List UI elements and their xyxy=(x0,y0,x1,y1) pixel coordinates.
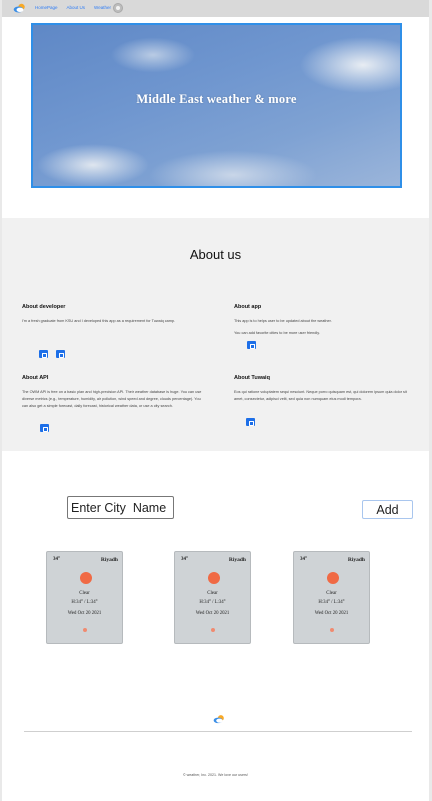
about-app-text-1: This app is to helps user to be updated … xyxy=(234,319,332,323)
card-temperature: 34° xyxy=(53,557,60,562)
sun-icon xyxy=(327,572,339,584)
github-icon[interactable] xyxy=(56,350,65,358)
card-condition: Clear xyxy=(207,591,218,596)
nav-link-homepage[interactable]: HomePage xyxy=(35,4,58,12)
navbar: HomePage About Us Weather xyxy=(2,0,429,17)
about-developer-text: I'm a fresh graduate from KSU and I deve… xyxy=(22,319,176,323)
weather-logo-icon[interactable] xyxy=(13,3,26,13)
page: HomePage About Us Weather Middle East we… xyxy=(2,0,429,801)
card-high-low: H:34° / L:34° xyxy=(318,600,345,605)
delete-icon[interactable] xyxy=(83,628,87,632)
card-temperature: 34° xyxy=(300,557,307,562)
about-developer-title: About developer xyxy=(22,304,66,310)
theme-toggle[interactable] xyxy=(113,3,123,13)
card-city: Riyadh xyxy=(347,557,365,563)
delete-icon[interactable] xyxy=(211,628,215,632)
hero-title: Middle East weather & more xyxy=(136,92,297,106)
hero-banner: Middle East weather & more xyxy=(31,23,402,188)
about-section: About us About developer I'm a fresh gra… xyxy=(2,218,429,451)
about-tuwaiq-title: About Tuwaiq xyxy=(234,375,270,381)
card-high-low: H:34° / L:34° xyxy=(71,600,98,605)
weather-logo-icon xyxy=(213,715,224,724)
card-date: Wed Oct 20 2021 xyxy=(195,611,230,616)
weather-card[interactable]: 34° Riyadh Clear H:34° / L:34° Wed Oct 2… xyxy=(293,551,370,644)
sun-icon xyxy=(208,572,220,584)
about-app-title: About app xyxy=(234,304,262,310)
add-city-button[interactable]: Add xyxy=(362,500,413,519)
about-tuwaiq-text: Eos qui ratione voluptatem sequi nesciun… xyxy=(234,390,407,401)
about-developer: About developer I'm a fresh graduate fro… xyxy=(22,304,202,325)
card-temperature: 34° xyxy=(181,557,188,562)
card-city: Riyadh xyxy=(100,557,118,563)
card-condition: Clear xyxy=(326,591,337,596)
about-app-text-2: You can add favorite cities to be more u… xyxy=(234,330,320,335)
nav-links: HomePage About Us Weather xyxy=(35,4,111,12)
footer-divider xyxy=(24,731,412,732)
card-condition: Clear xyxy=(79,591,90,596)
delete-icon[interactable] xyxy=(330,628,334,632)
about-app: About app This app is to helps user to b… xyxy=(234,304,414,337)
about-tuwaiq: About Tuwaiq Eos qui ratione voluptatem … xyxy=(234,375,414,403)
card-city: Riyadh xyxy=(228,557,246,563)
nav-link-weather[interactable]: Weather xyxy=(94,4,111,12)
weather-card[interactable]: 34° Riyadh Clear H:34° / L:34° Wed Oct 2… xyxy=(46,551,123,644)
city-search-input[interactable] xyxy=(67,496,174,519)
card-date: Wed Oct 20 2021 xyxy=(67,611,102,616)
about-api-text: The OWM API is free on a basic plan and … xyxy=(22,390,202,408)
card-high-low: H:34° / L:34° xyxy=(199,600,226,605)
external-link-icon[interactable] xyxy=(40,424,49,432)
about-api: About API The OWM API is free on a basic… xyxy=(22,375,202,409)
linkedin-icon[interactable] xyxy=(39,350,48,358)
about-heading: About us xyxy=(189,247,242,262)
nav-link-about-us[interactable]: About Us xyxy=(67,4,86,12)
card-date: Wed Oct 20 2021 xyxy=(314,611,349,616)
sun-icon xyxy=(80,572,92,584)
footer-copyright: © weather, Inc. 2021. We love our users! xyxy=(183,773,248,777)
weather-card[interactable]: 34° Riyadh Clear H:34° / L:34° Wed Oct 2… xyxy=(174,551,251,644)
about-api-title: About API xyxy=(22,375,49,381)
github-icon[interactable] xyxy=(247,341,256,349)
external-link-icon[interactable] xyxy=(246,418,255,426)
